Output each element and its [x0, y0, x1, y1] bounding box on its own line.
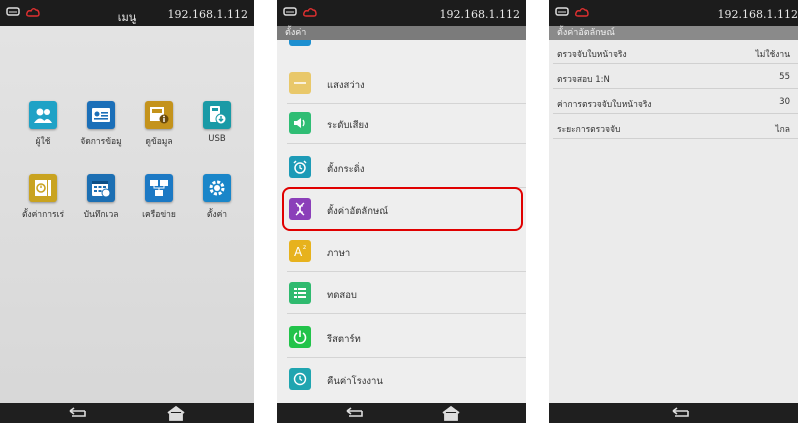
menu-item-label: ตั้งค่า — [206, 210, 228, 220]
back-icon[interactable] — [343, 405, 367, 421]
svg-text:z: z — [303, 244, 306, 251]
menu-item-time-log[interactable]: บันทึกเวล — [74, 174, 128, 221]
menu-item-settings[interactable]: ตั้งค่า — [190, 174, 244, 221]
language-icon: Az — [289, 240, 311, 262]
setting-row-liveness-threshold[interactable]: ค่าการตรวจจับใบหน้าจริง 30 — [549, 92, 798, 114]
settings-item-label: ทดสอบ — [327, 290, 357, 301]
setting-value: 30 — [779, 97, 790, 107]
status-bar: 192.168.1.112 — [549, 0, 798, 26]
gear-icon — [203, 174, 231, 202]
setting-value: ไม่ใช้งาน — [755, 50, 790, 60]
settings-item-factory-reset[interactable]: คืนค่าโรงงาน — [277, 360, 526, 400]
menu-item-label: บันทึกเวล — [83, 210, 119, 220]
settings-item-restart[interactable]: รีสตาร์ท — [277, 318, 526, 358]
rules-icon — [29, 174, 57, 202]
biometric-settings-screen: 192.168.1.112 ตั้งค่าอัตลักษณ์ ตรวจจับใบ… — [549, 0, 798, 423]
network-icon — [145, 174, 173, 202]
menu-item-rule-settings[interactable]: ตั้งค่าการเร่ — [16, 174, 70, 221]
selection-highlight — [282, 187, 523, 231]
device-icon — [283, 7, 297, 16]
menu-item-label: USB — [208, 134, 226, 144]
settings-item-label: แสงสว่าง — [327, 80, 365, 91]
setting-label: ตรวจสอบ 1:N — [557, 75, 610, 85]
settings-item-label: ภาษา — [327, 248, 351, 259]
setting-row-verify-1n[interactable]: ตรวจสอบ 1:N 55 — [549, 67, 798, 89]
menu-item-view-data[interactable]: ดูข้อมูล — [132, 101, 186, 148]
alarm-icon — [289, 156, 311, 178]
volume-icon — [289, 112, 311, 134]
menu-item-data-management[interactable]: จัดการข้อมู — [74, 101, 128, 148]
brightness-icon — [289, 72, 311, 94]
settings-item-brightness[interactable]: แสงสว่าง — [277, 64, 526, 104]
menu-item-usb[interactable]: USB — [190, 101, 244, 144]
usb-icon — [203, 101, 231, 129]
ip-address: 192.168.1.112 — [167, 8, 248, 21]
navigation-bar — [277, 403, 526, 423]
settings-item-label: ตั้งกระดิ่ง — [327, 164, 365, 175]
id-card-icon — [87, 101, 115, 129]
power-icon — [289, 326, 311, 348]
device-icon — [555, 7, 569, 16]
ip-address: 192.168.1.112 — [439, 8, 520, 21]
setting-label: ค่าการตรวจจับใบหน้าจริง — [557, 100, 652, 110]
cloud-icon — [575, 8, 589, 17]
settings-item-bell[interactable]: ตั้งกระดิ่ง — [277, 148, 526, 188]
back-icon[interactable] — [66, 405, 90, 421]
back-icon[interactable] — [669, 405, 693, 421]
menu-item-label: ผู้ใช้ — [35, 137, 51, 147]
menu-item-label: จัดการข้อมู — [80, 137, 122, 147]
screen-title: ตั้งค่า — [277, 26, 526, 40]
svg-text:A: A — [294, 245, 303, 259]
navigation-bar — [0, 403, 254, 423]
scrolled-item-icon — [289, 40, 311, 46]
cloud-icon — [303, 8, 317, 17]
setting-value: 55 — [779, 72, 790, 82]
menu-screen: เมนู 192.168.1.112 ผู้ใช้ จัดการข้อมู ดู… — [0, 0, 254, 423]
setting-value: ไกล — [775, 125, 790, 135]
calendar-icon — [87, 174, 115, 202]
home-icon[interactable] — [439, 405, 463, 421]
menu-item-label: ดูข้อมูล — [145, 137, 173, 147]
menu-item-label: ตั้งค่าการเร่ — [21, 210, 65, 220]
ip-address: 192.168.1.112 — [717, 8, 798, 21]
settings-item-label: รีสตาร์ท — [327, 334, 361, 345]
setting-label: ตรวจจับใบหน้าจริง — [557, 50, 627, 60]
settings-item-label: ระดับเสียง — [327, 120, 369, 131]
settings-screen: 192.168.1.112 ตั้งค่า แสงสว่าง ระดับเสีย… — [277, 0, 526, 423]
status-bar: 192.168.1.112 — [277, 0, 526, 26]
checklist-icon — [289, 282, 311, 304]
settings-item-volume[interactable]: ระดับเสียง — [277, 104, 526, 144]
navigation-bar — [549, 403, 798, 423]
menu-item-network[interactable]: เครือข่าย — [132, 174, 186, 221]
screen-title: ตั้งค่าอัตลักษณ์ — [549, 26, 798, 40]
settings-item-test[interactable]: ทดสอบ — [277, 274, 526, 314]
info-icon — [145, 101, 173, 129]
settings-item-language[interactable]: Az ภาษา — [277, 232, 526, 272]
setting-label: ระยะการตรวจจับ — [557, 125, 621, 135]
users-icon — [29, 101, 57, 129]
setting-row-liveness[interactable]: ตรวจจับใบหน้าจริง ไม่ใช้งาน — [549, 42, 798, 64]
setting-row-detection-distance[interactable]: ระยะการตรวจจับ ไกล — [549, 117, 798, 139]
home-icon[interactable] — [164, 405, 188, 421]
restore-icon — [289, 368, 311, 390]
status-bar: เมนู 192.168.1.112 — [0, 0, 254, 26]
settings-item-label: คืนค่าโรงงาน — [327, 376, 383, 387]
menu-item-label: เครือข่าย — [142, 210, 176, 220]
menu-item-users[interactable]: ผู้ใช้ — [16, 101, 70, 148]
